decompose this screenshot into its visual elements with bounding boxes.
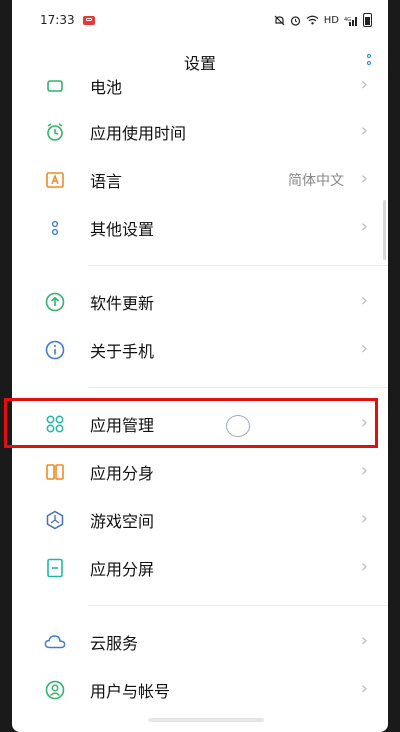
alarm-icon xyxy=(290,15,301,26)
settings-item-split-screen[interactable]: 应用分屏 › xyxy=(12,544,388,592)
chevron-right-icon: › xyxy=(360,290,368,311)
chevron-right-icon: › xyxy=(360,556,368,577)
settings-item-battery[interactable]: 电池 › xyxy=(12,62,388,110)
info-icon xyxy=(44,339,66,361)
settings-item-label: 其他设置 xyxy=(90,220,155,239)
chevron-right-icon: › xyxy=(360,216,368,237)
settings-item-app-management[interactable]: 应用管理 › xyxy=(12,400,388,448)
update-icon xyxy=(44,291,66,313)
battery-green-icon xyxy=(44,75,66,97)
settings-screen: 17:33 HD 4G 设置 电池 › 应用使用时间 › 语言 简体中文 › 其… xyxy=(12,0,388,732)
chevron-right-icon: › xyxy=(360,412,368,433)
settings-item-label: 应用管理 xyxy=(90,416,155,435)
chevron-right-icon: › xyxy=(360,630,368,651)
status-time: 17:33 xyxy=(40,13,75,27)
chevron-right-icon: › xyxy=(360,338,368,359)
network-type-label: HD xyxy=(323,14,339,26)
settings-item-other-settings[interactable]: 其他设置 › xyxy=(12,204,388,252)
chevron-right-icon: › xyxy=(360,168,368,189)
settings-item-dual-apps[interactable]: 应用分身 › xyxy=(12,448,388,496)
settings-item-game-space[interactable]: 游戏空间 › xyxy=(12,496,388,544)
settings-item-label: 应用使用时间 xyxy=(90,124,187,143)
chevron-right-icon: › xyxy=(360,508,368,529)
tap-indicator xyxy=(226,415,250,437)
settings-item-label: 应用分屏 xyxy=(90,560,155,579)
settings-item-label: 软件更新 xyxy=(90,294,155,313)
section-divider xyxy=(88,605,388,606)
game-space-icon xyxy=(44,509,66,531)
chevron-right-icon: › xyxy=(360,460,368,481)
settings-item-user-account[interactable]: 用户与帐号 › xyxy=(12,666,388,714)
notification-badge-icon xyxy=(82,15,95,25)
language-value: 简体中文 xyxy=(288,173,344,189)
section-divider xyxy=(88,265,388,266)
mute-icon xyxy=(274,15,285,26)
section-divider xyxy=(88,387,388,388)
dual-apps-icon xyxy=(44,461,66,483)
signal-icon: 4G xyxy=(344,15,358,26)
chevron-right-icon: › xyxy=(360,678,368,699)
settings-item-label: 关于手机 xyxy=(90,342,155,361)
settings-item-about-phone[interactable]: 关于手机 › xyxy=(12,326,388,374)
settings-item-label: 语言 xyxy=(90,172,123,191)
settings-item-language[interactable]: 语言 简体中文 › xyxy=(12,156,388,204)
home-indicator[interactable] xyxy=(148,718,264,722)
settings-item-software-update[interactable]: 软件更新 › xyxy=(12,278,388,326)
cloud-icon xyxy=(44,631,66,653)
scrollbar[interactable] xyxy=(383,200,386,260)
wifi-icon xyxy=(306,15,319,25)
chevron-right-icon: › xyxy=(360,74,368,95)
settings-item-label: 电池 xyxy=(90,78,123,97)
settings-item-label: 应用分身 xyxy=(90,464,155,483)
user-account-icon xyxy=(44,679,66,701)
settings-item-label: 用户与帐号 xyxy=(90,682,171,701)
signal-label: 4G xyxy=(344,17,351,23)
split-screen-icon xyxy=(44,557,66,579)
other-settings-icon xyxy=(44,217,66,239)
settings-item-app-usage-time[interactable]: 应用使用时间 › xyxy=(12,108,388,156)
language-icon xyxy=(44,169,66,191)
battery-icon xyxy=(363,13,372,27)
settings-item-label: 云服务 xyxy=(90,634,139,653)
chevron-right-icon: › xyxy=(360,120,368,141)
status-bar: 17:33 HD 4G xyxy=(12,0,388,40)
settings-item-cloud-service[interactable]: 云服务 › xyxy=(12,618,388,666)
settings-item-label: 游戏空间 xyxy=(90,512,155,531)
app-manage-icon xyxy=(44,413,66,435)
app-timer-icon xyxy=(44,121,66,143)
